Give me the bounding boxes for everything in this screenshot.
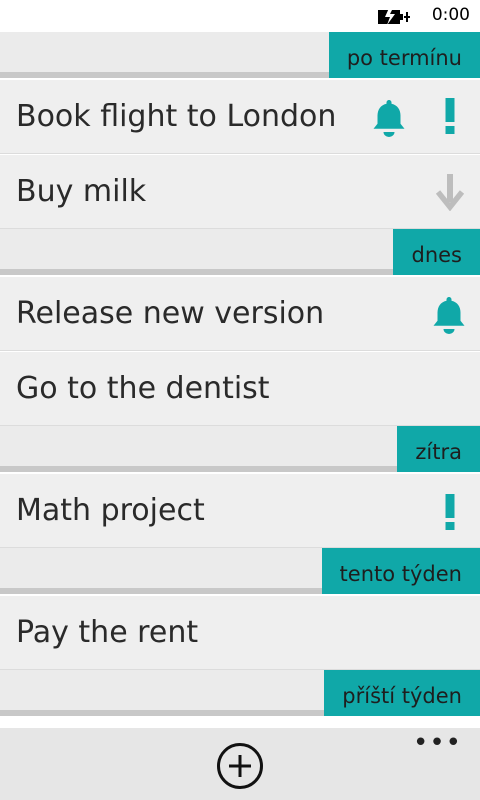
task-row[interactable]: Book flight to London <box>0 80 480 154</box>
section-header-overdue: po termínu <box>0 32 480 78</box>
task-title: Release new version <box>16 296 325 331</box>
section-label: zítra <box>397 426 480 472</box>
task-row[interactable]: Pay the rent <box>0 596 480 670</box>
task-title: Buy milk <box>16 174 147 209</box>
task-row[interactable]: Release new version <box>0 277 480 351</box>
arrow-down-icon <box>436 174 464 211</box>
task-row[interactable]: Go to the dentist <box>0 352 480 426</box>
task-title: Go to the dentist <box>16 371 270 406</box>
exclamation-icon <box>445 98 455 134</box>
task-title: Book flight to London <box>16 99 337 134</box>
bell-icon <box>433 297 465 334</box>
section-header-today: dnes <box>0 229 480 275</box>
more-button[interactable]: ••• <box>413 730 462 756</box>
task-title: Pay the rent <box>16 615 199 650</box>
section-header-next-week: příští týden <box>0 670 480 716</box>
add-circle-icon[interactable] <box>216 742 264 790</box>
status-bar: 0:00 <box>0 0 480 32</box>
app-bar: ••• <box>0 728 480 800</box>
section-header-this-week: tento týden <box>0 548 480 594</box>
bell-icon <box>373 100 405 137</box>
task-title: Math project <box>16 493 205 528</box>
task-row[interactable]: Math project <box>0 474 480 548</box>
section-label: po termínu <box>328 32 480 78</box>
section-label: tento týden <box>321 548 480 594</box>
clock: 0:00 <box>431 5 470 25</box>
task-row[interactable]: Buy milk <box>0 155 480 229</box>
battery-charging-icon <box>378 8 410 25</box>
section-label: dnes <box>393 229 480 275</box>
section-header-tomorrow: zítra <box>0 426 480 472</box>
section-label: příští týden <box>324 670 480 716</box>
exclamation-icon <box>445 494 455 530</box>
